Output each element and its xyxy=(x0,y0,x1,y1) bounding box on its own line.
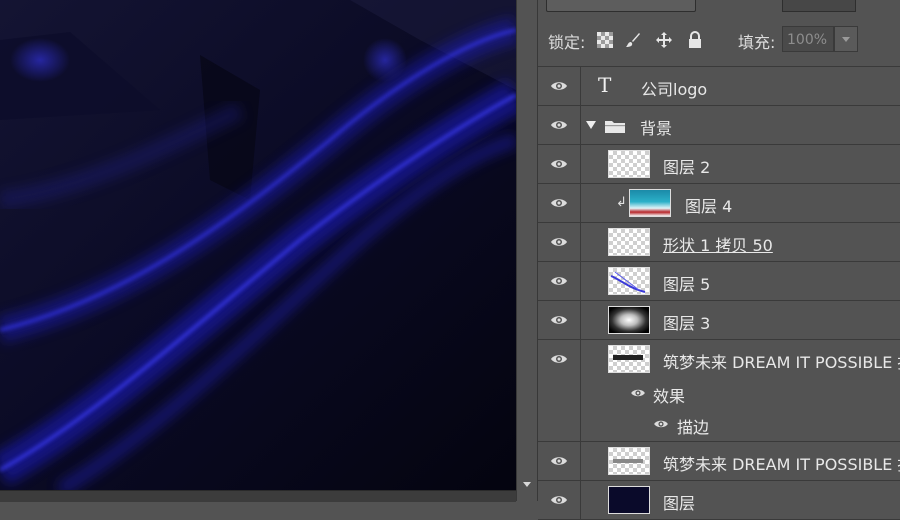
eye-icon xyxy=(551,457,567,465)
eye-icon xyxy=(551,121,567,129)
stroke-effect-label[interactable]: 描边 xyxy=(677,414,709,438)
opacity-field[interactable] xyxy=(782,0,856,12)
layer-row[interactable]: ↲ 图层 4 xyxy=(538,184,900,223)
effects-label[interactable]: 效果 xyxy=(653,383,685,407)
layer-row[interactable]: 图层 3 xyxy=(538,301,900,340)
layer-name[interactable]: 图层 4 xyxy=(685,193,732,217)
layer-thumbnail xyxy=(608,345,650,373)
visibility-toggle[interactable] xyxy=(538,481,581,519)
layer-thumbnail xyxy=(608,486,650,514)
scroll-down-icon[interactable] xyxy=(523,482,531,487)
layer-name[interactable]: 筑梦未来 DREAM IT POSSIBLE 拷 xyxy=(663,451,900,475)
folder-icon xyxy=(605,121,625,133)
fill-input[interactable]: 100% xyxy=(782,26,834,52)
layer-name[interactable]: 图层 xyxy=(663,490,695,514)
stroke-eye-icon[interactable] xyxy=(653,418,669,430)
layer-thumbnail xyxy=(608,306,650,334)
visibility-toggle[interactable] xyxy=(538,67,581,105)
eye-icon xyxy=(551,238,567,246)
lock-transparency-icon[interactable] xyxy=(597,32,613,48)
layer-list: T 公司logo 背景 图层 2 ↲ 图层 4 形状 1 拷贝 50 图层 5 … xyxy=(538,66,900,520)
lock-row: 锁定: 填充: 100% xyxy=(538,22,900,58)
visibility-toggle[interactable] xyxy=(538,106,581,144)
layer-name[interactable]: 形状 1 拷贝 50 xyxy=(663,232,773,256)
visibility-toggle[interactable] xyxy=(538,340,581,441)
expand-triangle-icon[interactable] xyxy=(586,121,596,129)
document-canvas[interactable] xyxy=(0,0,516,490)
eye-icon xyxy=(551,355,567,363)
layer-name[interactable]: 图层 5 xyxy=(663,271,710,295)
layer-name[interactable]: 筑梦未来 DREAM IT POSSIBLE 拷 xyxy=(663,349,900,373)
lock-image-brush-icon[interactable] xyxy=(624,31,642,49)
layer-name[interactable]: 图层 2 xyxy=(663,154,710,178)
layer-row-with-effects[interactable]: 筑梦未来 DREAM IT POSSIBLE 拷 效果 描边 xyxy=(538,340,900,442)
lock-all-icon[interactable] xyxy=(686,31,704,49)
eye-icon xyxy=(551,82,567,90)
visibility-toggle[interactable] xyxy=(538,442,581,480)
layer-thumbnail xyxy=(629,189,671,217)
fill-dropdown-button[interactable] xyxy=(834,26,858,52)
layer-row[interactable]: T 公司logo xyxy=(538,67,900,106)
fill-label: 填充: xyxy=(738,33,776,52)
lock-label: 锁定: xyxy=(548,33,586,52)
layer-row[interactable]: 筑梦未来 DREAM IT POSSIBLE 拷 xyxy=(538,442,900,481)
clipping-mask-icon: ↲ xyxy=(616,195,627,210)
layer-thumbnail xyxy=(608,267,650,295)
layer-group-row[interactable]: 背景 xyxy=(538,106,900,145)
effects-eye-icon[interactable] xyxy=(630,387,646,399)
lock-position-move-icon[interactable] xyxy=(655,31,673,49)
visibility-toggle[interactable] xyxy=(538,301,581,339)
layer-row[interactable]: 形状 1 拷贝 50 xyxy=(538,223,900,262)
visibility-toggle[interactable] xyxy=(538,223,581,261)
visibility-toggle[interactable] xyxy=(538,262,581,300)
eye-icon xyxy=(551,316,567,324)
canvas-artwork xyxy=(0,0,516,490)
layer-name[interactable]: 背景 xyxy=(640,115,672,139)
layer-name[interactable]: 图层 3 xyxy=(663,310,710,334)
blend-mode-dropdown[interactable] xyxy=(546,0,696,12)
chevron-down-icon xyxy=(842,37,850,42)
visibility-toggle[interactable] xyxy=(538,184,581,222)
layer-name[interactable]: 公司logo xyxy=(641,76,707,100)
eye-icon xyxy=(551,496,567,504)
layer-row[interactable]: 图层 5 xyxy=(538,262,900,301)
vertical-scrollbar[interactable] xyxy=(516,0,538,501)
layer-thumbnail xyxy=(608,228,650,256)
eye-icon xyxy=(551,277,567,285)
layer-thumbnail xyxy=(608,447,650,475)
layers-panel: 锁定: 填充: 100% T 公司logo 背景 图层 2 ↲ 图层 4 形状 … xyxy=(538,0,900,520)
layer-thumbnail xyxy=(608,150,650,178)
layer-row[interactable]: 图层 2 xyxy=(538,145,900,184)
horizontal-scrollbar[interactable] xyxy=(0,490,516,502)
eye-icon xyxy=(551,160,567,168)
visibility-toggle[interactable] xyxy=(538,145,581,183)
eye-icon xyxy=(551,199,567,207)
text-layer-icon: T xyxy=(598,73,612,97)
